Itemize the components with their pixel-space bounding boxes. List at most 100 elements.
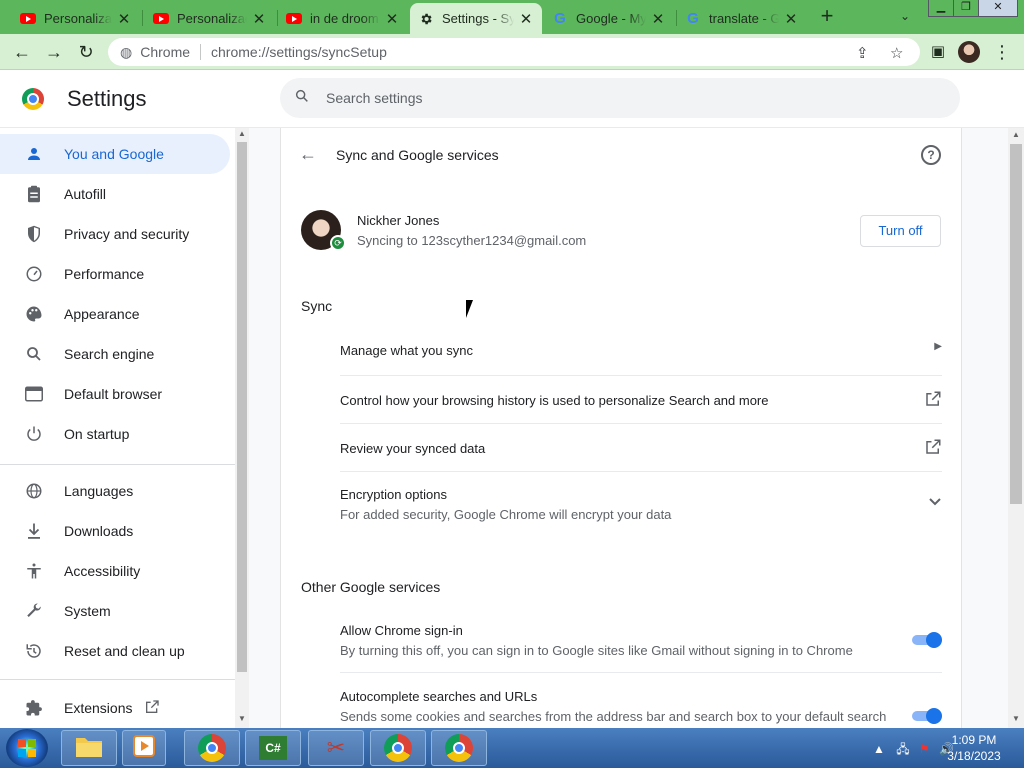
autocomplete-searches-row[interactable]: Autocomplete searches and URLs Sends som…	[340, 672, 942, 728]
menu-kebab-icon[interactable]: ⋮	[990, 41, 1014, 63]
sidebar-item-default-browser[interactable]: Default browser	[0, 374, 230, 414]
tab-settings[interactable]: Settings - Syn ✕	[410, 3, 542, 34]
reset-icon	[24, 641, 44, 661]
chrome-logo-icon	[22, 88, 44, 110]
back-icon[interactable]: ←	[10, 41, 34, 63]
explorer-taskbar-button[interactable]	[61, 730, 117, 766]
download-icon	[24, 521, 44, 541]
bookmark-star-icon[interactable]: ☆	[890, 44, 903, 62]
close-window-button[interactable]: ✕	[978, 0, 1018, 17]
encryption-options-row[interactable]: Encryption options For added security, G…	[340, 471, 942, 533]
sidebar-item-you-and-google[interactable]: You and Google	[0, 134, 230, 174]
back-arrow-icon[interactable]: ←	[299, 144, 317, 165]
scroll-up-arrow[interactable]: ▲	[235, 129, 249, 141]
autocomplete-toggle[interactable]	[912, 708, 942, 724]
search-settings-input[interactable]: Search settings	[280, 78, 960, 118]
close-icon[interactable]: ✕	[650, 10, 666, 28]
sidebar-item-search-engine[interactable]: Search engine	[0, 334, 230, 374]
tab-youtube-3[interactable]: in de droom ✕	[278, 3, 408, 34]
sidebar-scrollbar[interactable]: ▲ ▼	[235, 128, 249, 728]
sidebar-item-autofill[interactable]: Autofill	[0, 174, 230, 214]
close-icon[interactable]: ✕	[518, 10, 534, 28]
maximize-button[interactable]: ❐	[953, 0, 979, 17]
close-icon[interactable]: ✕	[116, 10, 132, 28]
sidebar-item-appearance[interactable]: Appearance	[0, 294, 230, 334]
account-sync-status: Syncing to 123scyther1234@gmail.com	[357, 233, 587, 248]
close-icon[interactable]: ✕	[251, 10, 267, 28]
manage-sync-row[interactable]: Manage what you sync ▶	[340, 328, 942, 376]
sidebar-item-label: Appearance	[64, 306, 140, 322]
share-icon[interactable]: ⇪	[856, 44, 869, 62]
tab-youtube-2[interactable]: Personalizaci ✕	[145, 3, 275, 34]
youtube-icon	[153, 11, 169, 27]
tab-search-icon[interactable]: ⌄	[895, 9, 915, 25]
sidebar-item-accessibility[interactable]: Accessibility	[0, 551, 230, 591]
close-icon[interactable]: ✕	[783, 10, 799, 28]
media-player-taskbar-button[interactable]	[122, 730, 166, 766]
scrollbar-thumb[interactable]	[237, 142, 247, 672]
browsing-history-row[interactable]: Control how your browsing history is use…	[340, 375, 942, 423]
chrome-taskbar-button[interactable]	[184, 730, 240, 766]
tab-label: Personalizaci	[177, 11, 247, 26]
omnibox-divider	[200, 44, 202, 60]
clock[interactable]: 1:09 PM 3/18/2023	[944, 732, 1004, 764]
sidebar-item-on-startup[interactable]: On startup	[0, 414, 230, 454]
chrome-profile-taskbar-button[interactable]	[370, 730, 426, 766]
help-icon[interactable]: ?	[921, 145, 941, 165]
scroll-down-arrow[interactable]: ▼	[235, 714, 249, 726]
sync-status-icon: ⟳	[330, 235, 346, 251]
forward-icon[interactable]: →	[42, 41, 66, 63]
scrollbar-thumb[interactable]	[1010, 144, 1022, 504]
tray-expand-icon[interactable]: ▲	[873, 742, 885, 756]
scroll-up-arrow[interactable]: ▲	[1009, 130, 1023, 142]
page-title: Settings	[67, 86, 147, 111]
address-bar[interactable]: ◍ Chrome chrome://settings/syncSetup ⇪ ☆	[108, 38, 920, 66]
google-icon: G	[554, 10, 566, 27]
sidebar-item-label: Autofill	[64, 186, 107, 202]
csharp-taskbar-button[interactable]: C#	[245, 730, 301, 766]
minimize-button[interactable]: ▁	[928, 0, 954, 17]
start-button[interactable]	[6, 729, 48, 767]
browser-toolbar: ← → ↻ ◍ Chrome chrome://settings/syncSet…	[0, 34, 1024, 70]
content-scrollbar[interactable]: ▲ ▼	[1008, 128, 1024, 728]
reload-icon[interactable]: ↻	[74, 41, 98, 63]
sidebar-item-label: Privacy and security	[64, 226, 190, 242]
tab-google-translate[interactable]: G translate - G ✕	[677, 3, 807, 34]
flag-icon[interactable]: ⚑	[919, 742, 930, 756]
chrome-active-taskbar-button[interactable]	[431, 730, 487, 766]
tab-separator	[142, 10, 143, 26]
sidebar-item-languages[interactable]: Languages	[0, 471, 230, 511]
sidebar-item-privacy[interactable]: Privacy and security	[0, 214, 230, 254]
gear-icon	[418, 11, 434, 27]
sidebar-divider	[0, 464, 235, 465]
system-tray: ▲ 🖧 ⚑ 🔊	[873, 740, 954, 761]
site-label: Chrome	[140, 44, 191, 60]
clock-date: 3/18/2023	[947, 749, 1001, 763]
other-services-title: Other Google services	[301, 579, 441, 595]
tab-label: Personalizac	[44, 11, 112, 26]
review-synced-data-row[interactable]: Review your synced data	[340, 423, 942, 471]
allow-chrome-signin-row[interactable]: Allow Chrome sign-in By turning this off…	[340, 608, 942, 672]
profile-avatar[interactable]	[958, 41, 980, 63]
network-icon[interactable]: 🖧	[896, 742, 909, 756]
sidebar-item-downloads[interactable]: Downloads	[0, 511, 230, 551]
sidebar-item-system[interactable]: System	[0, 591, 230, 631]
turn-off-sync-button[interactable]: Turn off	[860, 215, 941, 247]
scroll-down-arrow[interactable]: ▼	[1009, 714, 1023, 726]
chrome-icon	[384, 734, 412, 762]
settings-sidebar: You and Google Autofill Privacy and secu…	[0, 128, 249, 728]
sidebar-item-reset[interactable]: Reset and clean up	[0, 631, 230, 671]
sidebar-item-performance[interactable]: Performance	[0, 254, 230, 294]
tab-youtube-1[interactable]: Personalizac ✕	[12, 3, 140, 34]
snipping-tool-taskbar-button[interactable]: ✂	[308, 730, 364, 766]
tab-google-account[interactable]: G Google - My ✕	[544, 3, 674, 34]
allow-signin-toggle[interactable]	[912, 632, 942, 648]
browser-icon	[24, 384, 44, 404]
side-panel-icon[interactable]: ▣	[926, 41, 950, 63]
close-icon[interactable]: ✕	[384, 10, 400, 28]
windows-taskbar: C# ✂ ▲ 🖧 ⚑ 🔊 1:09 PM 3/18/2023	[0, 728, 1024, 768]
sidebar-item-extensions[interactable]: Extensions	[0, 688, 230, 728]
arrow-right-icon: ▶	[934, 341, 942, 352]
tab-label: in de droom	[310, 11, 379, 26]
new-tab-button[interactable]: +	[816, 5, 838, 28]
